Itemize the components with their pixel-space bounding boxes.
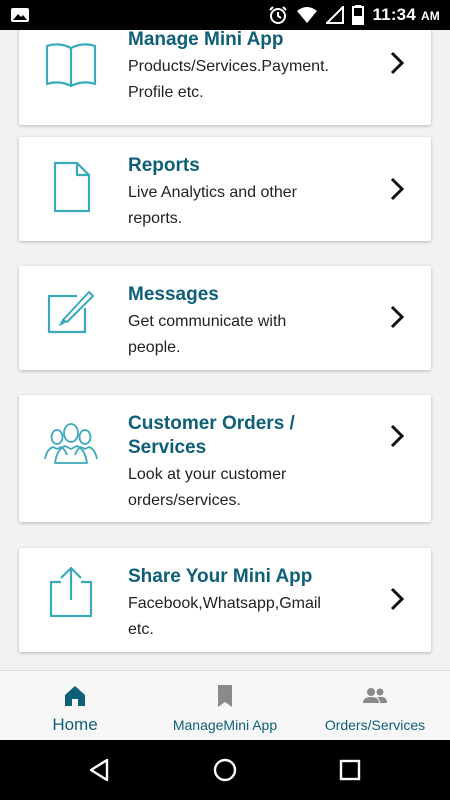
status-bar: 11:34 AM — [0, 0, 450, 30]
card-title: Share Your Mini App — [128, 566, 313, 587]
battery-icon — [352, 5, 365, 25]
card-description: Look at your customer orders/services. — [128, 466, 287, 509]
card-description: Live Analytics and other reports. — [128, 184, 297, 227]
card-manage-mini-app[interactable]: Manage Mini App Products/Services.Paymen… — [19, 30, 431, 125]
chevron-right-icon — [390, 305, 405, 329]
back-icon[interactable] — [87, 757, 113, 783]
card-description: Get communicate with people. — [128, 313, 287, 356]
card-share-mini-app[interactable]: Share Your Mini App Facebook,Whatsapp,Gm… — [19, 548, 431, 652]
nav-label: Home — [52, 715, 98, 734]
recents-icon[interactable] — [337, 757, 363, 783]
home-icon — [65, 686, 85, 706]
home-button-icon[interactable] — [212, 757, 238, 783]
card-title: Manage Mini App — [128, 30, 284, 50]
card-title: Messages — [128, 284, 219, 305]
system-nav-bar — [0, 740, 450, 800]
nav-item-home[interactable]: Home — [0, 671, 150, 740]
card-title: Reports — [128, 155, 200, 176]
bookmark-icon — [218, 685, 232, 707]
group-icon — [363, 688, 387, 703]
people-icon — [44, 423, 98, 464]
dashboard-list[interactable]: Manage Mini App Products/Services.Paymen… — [0, 30, 450, 670]
nav-label: Orders/Services — [324, 717, 426, 733]
document-icon — [53, 161, 91, 213]
alarm-icon — [269, 6, 288, 24]
card-customer-orders[interactable]: Customer Orders / Services Look at your … — [19, 395, 431, 522]
card-messages[interactable]: Messages Get communicate with people. — [19, 266, 431, 370]
nav-label: ManageMini App — [172, 717, 278, 733]
chevron-right-icon — [390, 51, 405, 75]
chevron-right-icon — [390, 587, 405, 611]
edit-icon — [47, 291, 94, 334]
card-title: Customer Orders / Services — [128, 413, 295, 458]
nav-item-orders-services[interactable]: Orders/Services — [300, 671, 450, 740]
image-icon — [11, 8, 29, 22]
card-reports[interactable]: Reports Live Analytics and other reports… — [19, 137, 431, 241]
chevron-right-icon — [390, 424, 405, 448]
chevron-right-icon — [390, 177, 405, 201]
bottom-nav: Home ManageMini App Orders/Services — [0, 670, 450, 740]
card-description: Products/Services.Payment. Profile etc. — [128, 58, 329, 101]
wifi-icon — [297, 7, 318, 23]
card-description: Facebook,Whatsapp,Gmail etc. — [128, 595, 321, 638]
book-icon — [45, 43, 97, 88]
nav-item-manage-mini-app[interactable]: ManageMini App — [150, 671, 300, 740]
share-icon — [49, 566, 93, 618]
status-time: 11:34 AM — [372, 5, 440, 24]
signal-icon — [326, 6, 345, 24]
